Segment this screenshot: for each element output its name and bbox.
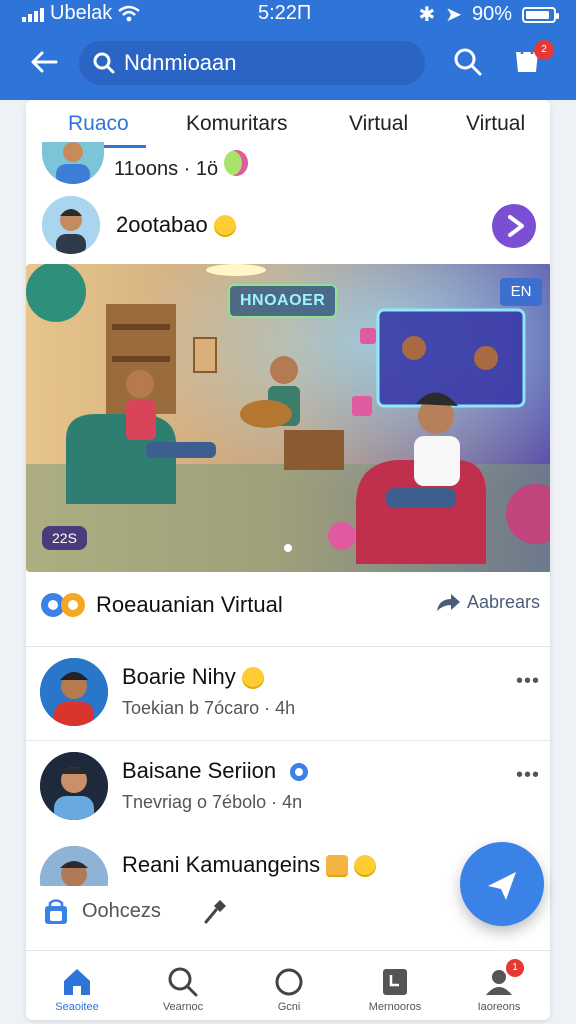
send-icon: [488, 872, 516, 900]
search-icon[interactable]: [452, 46, 484, 78]
room-header: Roeauanian Virtual Aabrears: [40, 586, 540, 626]
post-meta: Toekian b 7ócaro · 4h: [122, 698, 296, 718]
battery-icon: [522, 6, 559, 23]
wifi-icon: [118, 5, 141, 21]
avatar: [40, 658, 108, 726]
nav-profile[interactable]: 1 Iaoreons: [454, 959, 544, 1019]
list-item[interactable]: 2ootabao: [42, 196, 542, 258]
circle-icon: [275, 968, 303, 996]
virtual-room-banner[interactable]: HNOAOER EN 22S: [26, 264, 550, 572]
smile-icon: [213, 215, 236, 238]
post-meta: Tnevriag o 7ébolo · 4n: [122, 792, 303, 812]
carousel-dot[interactable]: [284, 544, 292, 552]
compose-bar[interactable]: Oohcezs: [42, 896, 262, 932]
back-arrow-icon[interactable]: [28, 46, 60, 78]
more-icon[interactable]: •••: [516, 670, 540, 693]
post-item[interactable]: Baisane Seriion Tnevriag o 7ébolo · 4n •…: [40, 752, 540, 836]
nav-label: Iaoreons: [477, 1001, 521, 1013]
share-icon: [436, 594, 460, 612]
tab-2[interactable]: Virtual: [349, 112, 408, 136]
compose-placeholder: Oohcezs: [82, 900, 161, 922]
nav-label: Seaoitee: [55, 1001, 99, 1013]
emoji-icon: [224, 150, 248, 176]
battery-percent: 90%: [471, 3, 512, 25]
signal-icon: [22, 6, 44, 22]
room-title: Roeauanian Virtual: [96, 592, 283, 617]
emoji-icon: [326, 855, 349, 878]
send-button[interactable]: [460, 842, 544, 926]
verified-icon: [290, 763, 309, 782]
post-author: Reani Kamuangeins: [122, 852, 377, 878]
status-time: 5:22Π: [258, 2, 312, 24]
viewer-count: 22S: [42, 526, 87, 550]
list-item-text: 11oons · 1ö: [114, 158, 219, 180]
status-bar: Ubelak 5:22Π ✱ ➤ 90%: [0, 0, 576, 28]
nav-label: Vearnoc: [162, 1001, 204, 1013]
post-author: Boarie Nihy: [122, 664, 264, 690]
nav-badge: 1: [506, 959, 524, 977]
cart-button[interactable]: 2: [512, 40, 554, 80]
share-button[interactable]: Aabrears: [435, 592, 540, 613]
emoji-icon: [354, 855, 377, 878]
language-badge[interactable]: EN: [500, 278, 542, 306]
search-value: Ndnmioaan: [124, 50, 237, 75]
play-button[interactable]: [492, 204, 536, 248]
post-item[interactable]: Boarie Nihy Toekian b 7ócaro · 4h •••: [40, 658, 540, 742]
explore-icon: [168, 967, 198, 997]
avatar: [40, 846, 108, 886]
nav-messages[interactable]: Mernooros: [350, 959, 440, 1019]
avatar: [42, 196, 100, 254]
bookmark-icon: [383, 969, 407, 995]
nav-label: Mernooros: [368, 1001, 422, 1013]
more-icon[interactable]: •••: [516, 764, 540, 787]
avatar: [40, 752, 108, 820]
home-icon: [64, 969, 90, 995]
location-icon: ➤: [445, 4, 462, 26]
tab-1[interactable]: Komuritars: [186, 112, 288, 136]
tab-3[interactable]: Virtual: [466, 112, 525, 136]
search-icon: [93, 52, 115, 74]
nav-label: Gcni: [277, 1001, 301, 1013]
nav-center[interactable]: Gcni: [244, 959, 334, 1019]
bottom-nav: Seaoitee Vearnoc Gcni Mernooros 1 Iaoreo…: [26, 950, 550, 1020]
list-item-text: 2ootabao: [116, 212, 236, 238]
cart-badge: 2: [534, 40, 554, 60]
post-author: Baisane Seriion: [122, 758, 310, 784]
carrier-label: Ubelak: [50, 2, 113, 24]
nav-explore[interactable]: Vearnoc: [138, 959, 228, 1019]
play-icon: [508, 215, 524, 237]
bluetooth-icon: ✱: [418, 4, 436, 26]
avatar: [42, 142, 104, 184]
nav-home[interactable]: Seaoitee: [32, 959, 122, 1019]
app-bar: Ndnmioaan 2: [0, 28, 576, 100]
tab-0[interactable]: Ruaco: [68, 112, 129, 136]
room-icon: [41, 593, 85, 617]
smile-icon: [241, 667, 264, 690]
list-item[interactable]: 11oons · 1ö: [42, 142, 542, 186]
divider: [26, 740, 550, 741]
room-icon: [45, 899, 67, 924]
search-input[interactable]: Ndnmioaan: [78, 40, 426, 86]
divider: [26, 646, 550, 647]
banner-title-badge: HNOAOER: [228, 284, 338, 318]
mic-icon[interactable]: [202, 898, 228, 924]
